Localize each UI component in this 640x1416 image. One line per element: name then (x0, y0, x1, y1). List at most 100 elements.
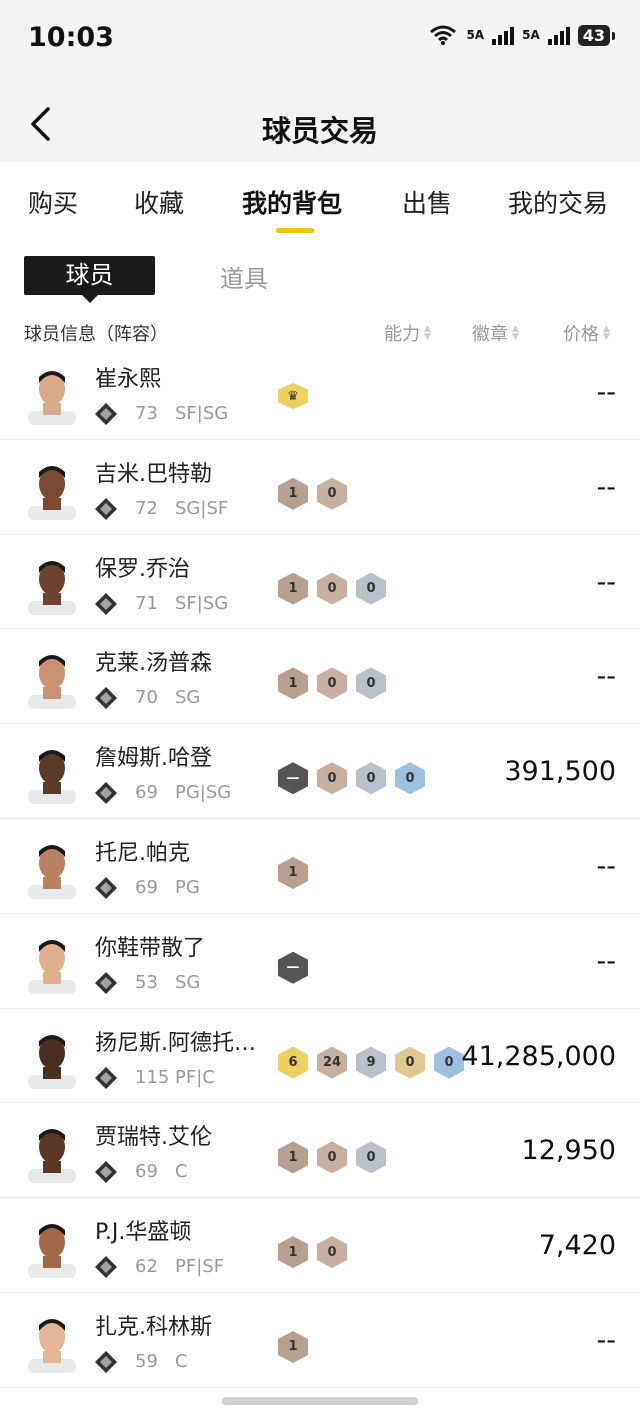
player-position: C (175, 1161, 188, 1183)
badge-group: — (278, 951, 308, 984)
badge-hex: — (278, 951, 308, 984)
player-price: -- (596, 945, 617, 977)
player-name: 扬尼斯.阿德托… (95, 1030, 256, 1056)
column-info: 球员信息（阵容） (24, 324, 168, 345)
player-row[interactable]: 你鞋带散了 53 SG — -- (0, 913, 640, 1009)
badge-hex: 0 (356, 1141, 386, 1174)
player-price: -- (596, 850, 617, 882)
badge-hex: 24 (317, 1046, 347, 1079)
player-price: 391,500 (504, 756, 616, 788)
sort-icon: ▲ ▼ (603, 324, 610, 342)
signal-icon (547, 25, 570, 45)
player-position: C (175, 1350, 188, 1372)
player-position: SF|SG (175, 592, 229, 614)
player-row[interactable]: 吉米.巴特勒 72 SG|SF 10 -- (0, 439, 640, 535)
player-avatar (28, 371, 76, 425)
player-position: PG|SG (175, 782, 232, 804)
player-row[interactable]: 托尼.帕克 69 PG 1 -- (0, 818, 640, 914)
tab-sell[interactable]: 出售 (402, 184, 452, 220)
top-area: 10:03 5A 5A 43 球员交易 (0, 0, 640, 162)
player-position: SG (175, 687, 201, 709)
badge-hex: 6 (278, 1046, 308, 1079)
player-name: 扎克.科林斯 (95, 1314, 212, 1340)
player-price: -- (596, 377, 617, 408)
network-label-2: 5A (522, 28, 540, 42)
player-position: SG (175, 971, 201, 993)
subtab-items[interactable]: 道具 (220, 259, 268, 294)
bars-icon (95, 782, 117, 805)
player-name: 你鞋带散了 (95, 935, 206, 961)
badge-hex: 0 (317, 667, 347, 700)
player-name: 克莱.汤普森 (95, 651, 212, 677)
player-rating: 73 (135, 403, 158, 424)
badge-hex: 1 (278, 1236, 308, 1269)
player-row[interactable]: 扎克.科林斯 59 C 1 -- (0, 1292, 640, 1388)
sort-ability[interactable]: 能力 ▲ ▼ (384, 320, 431, 346)
player-avatar (28, 465, 76, 520)
badge-group: 1 (278, 856, 308, 889)
badge-group: —0 0 0 (278, 762, 425, 795)
wifi-icon (430, 25, 457, 45)
badge-hex: 0 (395, 762, 425, 795)
badge-group: 1 (278, 1330, 308, 1363)
status-icons: 5A 5A 43 (428, 24, 616, 46)
bars-icon (95, 1066, 117, 1089)
player-rating: 71 (135, 592, 158, 614)
badge-hex: 0 (317, 572, 347, 605)
tab-favorites[interactable]: 收藏 (134, 184, 184, 220)
player-avatar (28, 939, 76, 994)
badge-hex: 9 (356, 1046, 386, 1079)
bars-icon (95, 1161, 117, 1184)
badge-group: 6 24 9 0 0 (278, 1046, 464, 1079)
player-row[interactable]: 詹姆斯.哈登 69 PG|SG —0 0 0 391,500 (0, 724, 640, 819)
player-price: 12,950 (521, 1135, 616, 1167)
copy-icon (95, 687, 117, 710)
tab-my-trades[interactable]: 我的交易 (508, 184, 608, 220)
sort-icon: ▲ ▼ (424, 324, 431, 342)
copy-icon (95, 592, 117, 615)
tab-buy[interactable]: 购买 (28, 184, 78, 220)
player-position: PF|SF (175, 1256, 225, 1278)
badge-hex: 1 (278, 1330, 308, 1363)
badge-group: 100 (278, 667, 386, 700)
tab-my-bag[interactable]: 我的背包 (242, 184, 342, 220)
subtab-players[interactable]: 球员 (24, 256, 155, 303)
player-name: P.J.华盛顿 (95, 1220, 192, 1246)
player-name: 保罗.乔治 (95, 556, 190, 582)
player-name: 托尼.帕克 (95, 840, 190, 866)
status-bar: 10:03 5A 5A 43 (0, 0, 640, 80)
player-name: 贾瑞特.艾伦 (95, 1125, 212, 1151)
bars-icon (95, 1256, 117, 1279)
player-row[interactable]: 崔永熙 73 SF|SG ♛ -- (0, 345, 640, 440)
person-icon (95, 971, 117, 994)
player-position: SG|SF (175, 497, 229, 519)
badge-group: 100 (278, 572, 386, 605)
badge-hex: 1 (278, 477, 308, 510)
column-price: 价格 (563, 324, 599, 345)
signal-icon (492, 25, 515, 45)
bars-icon (95, 1350, 117, 1373)
sort-price[interactable]: 价格 ▲ ▼ (563, 320, 610, 346)
player-rating: 62 (135, 1256, 158, 1278)
copy-icon (95, 876, 117, 899)
badge-group: 100 (278, 1141, 386, 1174)
copy-icon (95, 497, 117, 520)
player-row[interactable]: 克莱.汤普森 70 SG 100 -- (0, 629, 640, 725)
crown-badge-icon: ♛ (278, 383, 308, 409)
sort-badge[interactable]: 徽章 ▲ ▼ (472, 320, 519, 346)
network-label-1: 5A (466, 28, 485, 42)
sort-icon: ▲ ▼ (512, 324, 519, 342)
player-avatar (28, 560, 76, 615)
player-price: -- (596, 566, 617, 598)
player-row[interactable]: 保罗.乔治 71 SF|SG 100 -- (0, 534, 640, 630)
home-indicator (222, 1397, 418, 1405)
badge-hex: 1 (278, 1141, 308, 1174)
player-name: 吉米.巴特勒 (95, 461, 212, 487)
player-row[interactable]: 贾瑞特.艾伦 69 C 100 12,950 (0, 1103, 640, 1199)
player-name: 詹姆斯.哈登 (95, 746, 212, 772)
badge-hex: 0 (317, 477, 347, 510)
player-row[interactable]: P.J.华盛顿 62 PF|SF 10 7,420 (0, 1198, 640, 1293)
player-row[interactable]: 扬尼斯.阿德托… 115 PF|C 6 24 9 0 0 41,285,000 (0, 1008, 640, 1104)
column-ability: 能力 (384, 324, 420, 345)
player-price: 41,285,000 (461, 1040, 616, 1072)
